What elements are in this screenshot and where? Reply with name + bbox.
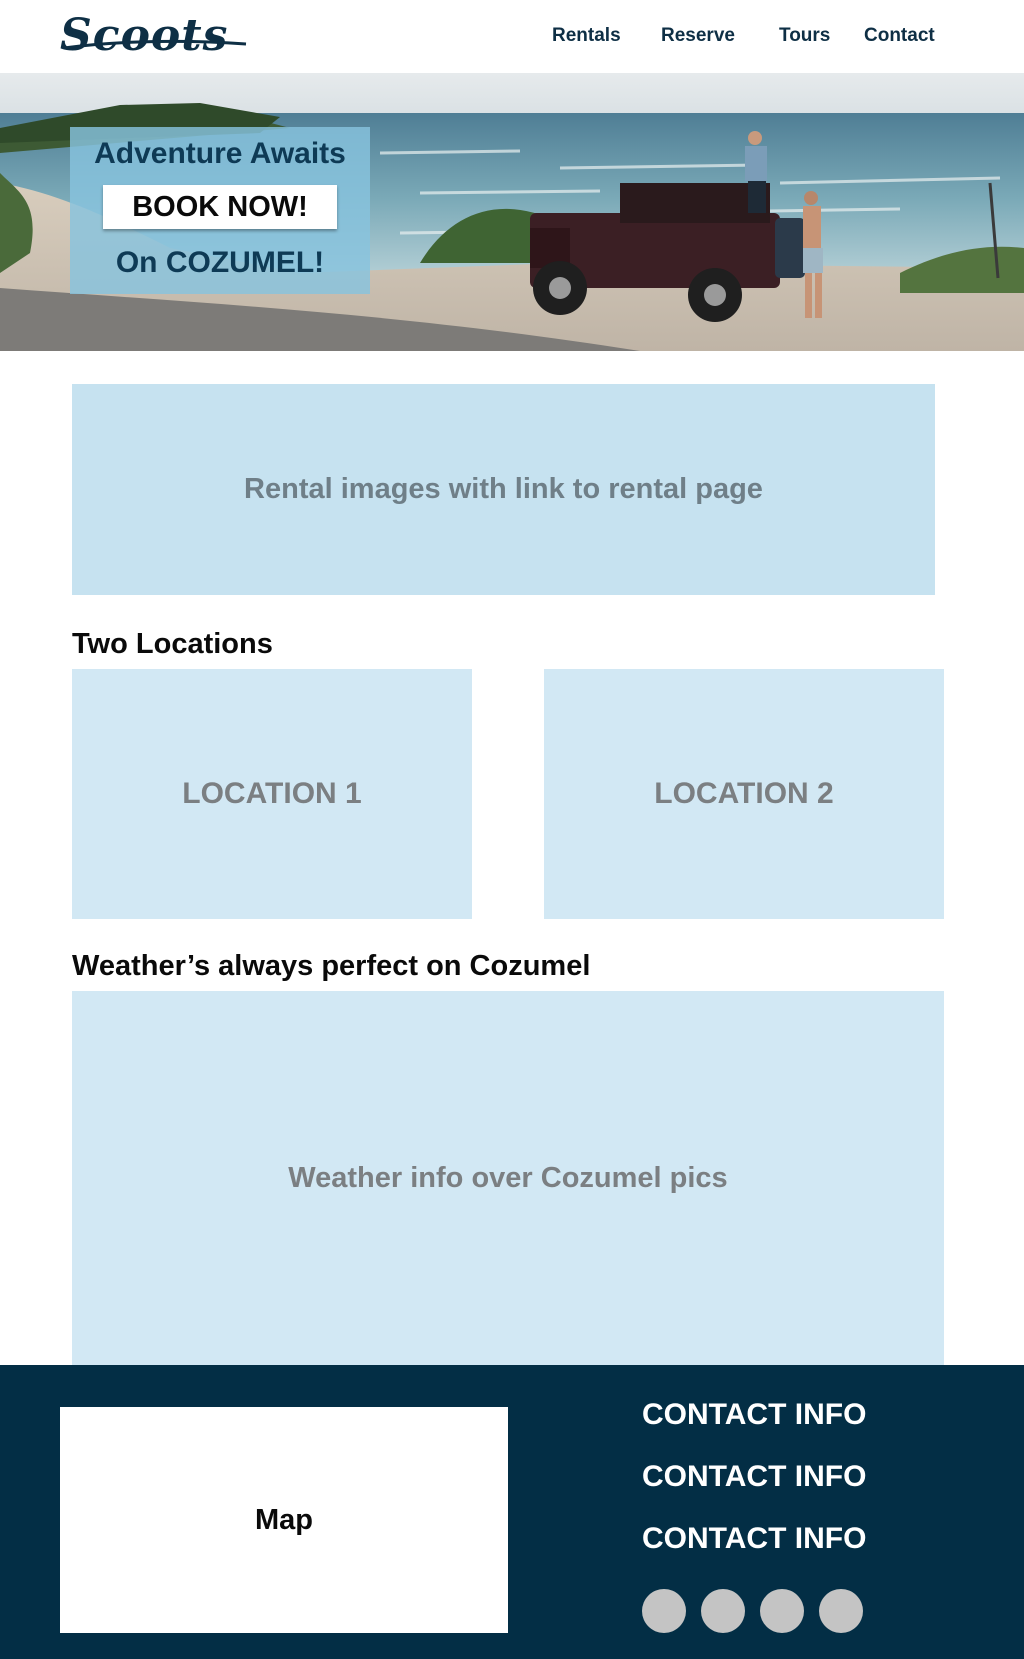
social-icon-1[interactable]: [642, 1589, 686, 1633]
rental-images-link[interactable]: Rental images with link to rental page: [72, 384, 935, 595]
nav-tours[interactable]: Tours: [779, 22, 830, 50]
location-label: LOCATION 1: [182, 777, 362, 810]
book-now-button[interactable]: BOOK NOW!: [103, 185, 337, 229]
social-icon-4[interactable]: [819, 1589, 863, 1633]
hero-headline: Adventure Awaits: [94, 137, 346, 170]
site-footer: Map CONTACT INFO CONTACT INFO CONTACT IN…: [0, 1365, 1024, 1659]
map-label: Map: [255, 1503, 313, 1536]
map-embed[interactable]: Map: [60, 1407, 508, 1633]
nav-contact[interactable]: Contact: [864, 22, 935, 50]
hero-subline: On COZUMEL!: [115, 246, 325, 279]
social-icon-3[interactable]: [760, 1589, 804, 1633]
hero-banner: Adventure Awaits BOOK NOW! On COZUMEL!: [0, 73, 1024, 351]
contact-info-line-1: CONTACT INFO: [642, 1398, 867, 1431]
nav-reserve[interactable]: Reserve: [661, 22, 735, 50]
rental-placeholder-text: Rental images with link to rental page: [244, 473, 763, 505]
contact-info-line-3: CONTACT INFO: [642, 1522, 867, 1555]
nav-rentals[interactable]: Rentals: [552, 22, 621, 50]
hero-callout: Adventure Awaits BOOK NOW! On COZUMEL!: [70, 127, 370, 294]
contact-info-line-2: CONTACT INFO: [642, 1460, 867, 1493]
location-card-1[interactable]: LOCATION 1: [72, 669, 472, 919]
social-icon-2[interactable]: [701, 1589, 745, 1633]
location-card-2[interactable]: LOCATION 2: [544, 669, 944, 919]
brand-logo[interactable]: Scoots: [60, 8, 228, 64]
locations-heading: Two Locations: [72, 628, 273, 660]
weather-placeholder-text: Weather info over Cozumel pics: [288, 1161, 728, 1194]
logo-swoosh: [63, 39, 247, 50]
weather-heading: Weather’s always perfect on Cozumel: [72, 950, 591, 982]
site-header: Scoots Rentals Reserve Tours Contact: [0, 0, 1024, 73]
weather-panel: Weather info over Cozumel pics: [72, 991, 944, 1365]
location-label: LOCATION 2: [654, 777, 834, 810]
